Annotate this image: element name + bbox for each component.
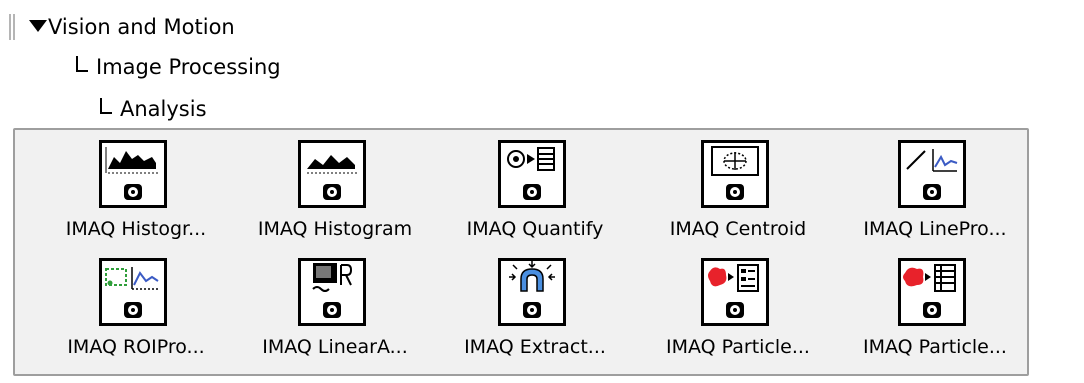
function-palette: IMAQ Histogr... IMAQ Histogram IMAQ Quanti… bbox=[13, 128, 1029, 376]
camera-icon bbox=[923, 302, 941, 318]
camera-icon bbox=[726, 302, 744, 318]
quantify-icon bbox=[498, 140, 566, 208]
camera-icon bbox=[323, 302, 341, 318]
palette-item[interactable]: IMAQ Extract... bbox=[435, 248, 635, 366]
tree-branch-icon bbox=[76, 56, 88, 72]
palette-item[interactable]: IMAQ Particle... bbox=[638, 248, 838, 366]
camera-icon bbox=[923, 184, 941, 200]
roi-profile-icon bbox=[99, 258, 167, 326]
palette-grip-handle[interactable] bbox=[9, 14, 16, 40]
palette-item-label: IMAQ Histogram bbox=[257, 218, 413, 240]
camera-icon bbox=[523, 184, 541, 200]
camera-icon bbox=[124, 184, 142, 200]
centroid-icon bbox=[701, 140, 769, 208]
palette-item-label: IMAQ Particle... bbox=[666, 336, 810, 358]
palette-grid: IMAQ Histogr... IMAQ Histogram IMAQ Quanti… bbox=[15, 130, 1027, 374]
histograph-icon bbox=[99, 140, 167, 208]
palette-item[interactable]: IMAQ LinePro... bbox=[835, 130, 1035, 248]
palette-item[interactable]: IMAQ ROIPro... bbox=[36, 248, 236, 366]
palette-item-label: IMAQ LinearA... bbox=[262, 336, 408, 358]
palette-item[interactable]: IMAQ Quantify bbox=[435, 130, 635, 248]
linear-averages-icon bbox=[298, 258, 366, 326]
palette-item-label: IMAQ ROIPro... bbox=[67, 336, 205, 358]
palette-item-label: IMAQ Extract... bbox=[464, 336, 606, 358]
particle-analysis-report-icon bbox=[701, 258, 769, 326]
tree-branch-icon bbox=[100, 98, 112, 114]
palette-item-label: IMAQ LinePro... bbox=[863, 218, 1007, 240]
breadcrumb-image-processing[interactable]: Image Processing bbox=[76, 54, 281, 80]
extract-icon bbox=[498, 258, 566, 326]
line-profile-icon bbox=[898, 140, 966, 208]
palette-item[interactable]: IMAQ Histogr... bbox=[36, 130, 236, 248]
camera-icon bbox=[523, 302, 541, 318]
palette-item[interactable]: IMAQ Centroid bbox=[638, 130, 838, 248]
breadcrumb-analysis[interactable]: Analysis bbox=[100, 96, 207, 122]
palette-item-label: IMAQ Histogr... bbox=[65, 218, 207, 240]
palette-item-label: IMAQ Quantify bbox=[466, 218, 604, 240]
palette-item-label: IMAQ Particle... bbox=[863, 336, 1007, 358]
particle-analysis-icon bbox=[898, 258, 966, 326]
breadcrumb-label: Analysis bbox=[120, 97, 207, 121]
camera-icon bbox=[323, 184, 341, 200]
camera-icon bbox=[124, 302, 142, 318]
collapse-triangle-icon[interactable] bbox=[29, 20, 47, 32]
palette-item[interactable]: IMAQ Histogram bbox=[235, 130, 435, 248]
palette-item[interactable]: IMAQ Particle... bbox=[835, 248, 1035, 366]
palette-item-label: IMAQ Centroid bbox=[669, 218, 807, 240]
breadcrumb-label: Image Processing bbox=[96, 55, 281, 79]
breadcrumb-vision-and-motion[interactable]: Vision and Motion bbox=[48, 14, 235, 40]
histogram-icon bbox=[298, 140, 366, 208]
palette-item[interactable]: IMAQ LinearA... bbox=[235, 248, 435, 366]
camera-icon bbox=[726, 184, 744, 200]
